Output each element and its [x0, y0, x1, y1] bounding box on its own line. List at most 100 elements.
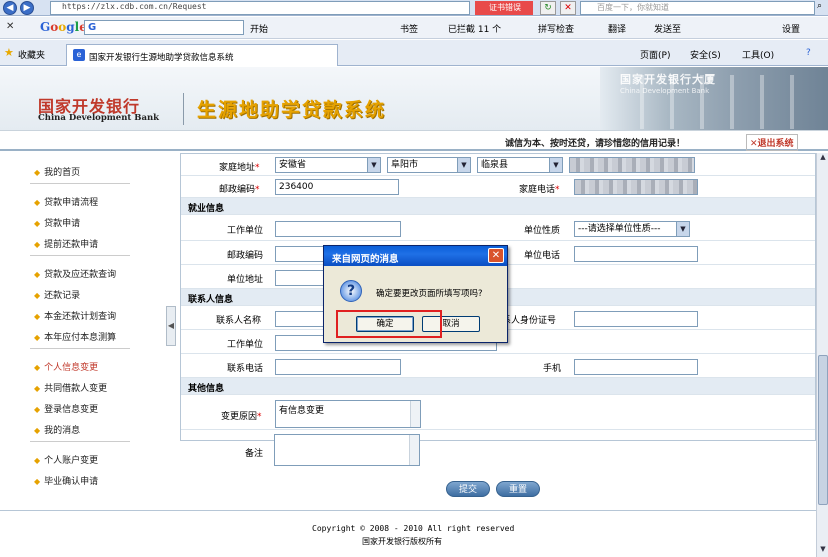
building-sign: 国家开发银行大厦: [620, 73, 716, 86]
sidebar-item-loan-query[interactable]: ◆ 贷款及应还款查询: [34, 267, 116, 280]
county-select[interactable]: 临泉县 ▼: [477, 157, 563, 173]
toolbar-blocked[interactable]: 已拦截 11 个: [448, 22, 501, 35]
mobile-input[interactable]: [574, 359, 698, 375]
dialog-title: 来自网页的消息: [332, 254, 399, 265]
sidebar-item-graduation[interactable]: ◆ 毕业确认申请: [34, 474, 98, 487]
credit-motto: 诚信为本、按时还贷，请珍惜您的信用记录！: [505, 139, 686, 149]
sidebar-item-personal-info[interactable]: ◆ 个人信息变更: [34, 360, 98, 373]
scroll-thumb[interactable]: [818, 355, 828, 505]
forward-icon[interactable]: ▶: [20, 1, 34, 15]
google-logo: Google: [40, 20, 87, 34]
close-toolbar-icon[interactable]: ✕: [6, 21, 14, 32]
sidebar: ◆ 我的首页 ◆ 贷款申请流程 ◆ 贷款申请 ◆ 提前还款申请 ◆ 贷款及应还款查询 ◆ 还…: [0, 153, 166, 510]
address-detail-input[interactable]: [569, 157, 695, 173]
home-phone-input[interactable]: [574, 179, 698, 195]
sidebar-item-account[interactable]: ◆ 个人账户变更: [34, 453, 98, 466]
scroll-up-icon[interactable]: ▲: [818, 153, 828, 165]
tools-menu[interactable]: 工具(O): [742, 48, 774, 61]
tab-bar: ★ 收藏夹 e 国家开发银行生源地助学贷款信息系统 页面(P) 安全(S) 工具…: [0, 40, 828, 66]
favorites-button[interactable]: 收藏夹: [18, 48, 45, 61]
search-icon[interactable]: ⌕: [817, 1, 822, 11]
form-row-reason: 变更原因* 有信息变更: [181, 395, 815, 430]
emp-postcode-label: 邮政编码: [227, 251, 264, 261]
sidebar-item-messages[interactable]: ◆ 我的消息: [34, 423, 80, 436]
back-icon[interactable]: ◀: [3, 1, 17, 15]
employment-section-title: 就业信息: [188, 204, 225, 214]
form-row-work-unit: 工作单位 单位性质 ---请选择单位性质--- ▼: [181, 215, 815, 241]
scroll-down-icon[interactable]: ▼: [818, 545, 828, 557]
browser-tab[interactable]: e 国家开发银行生源地助学贷款信息系统: [66, 44, 338, 66]
form-row-contact-phone: 联系电话 手机: [181, 354, 815, 378]
toolbar-settings[interactable]: 设置: [782, 22, 800, 35]
postcode-input[interactable]: 236400: [275, 179, 399, 195]
favorites-star-icon[interactable]: ★: [4, 46, 14, 59]
sidebar-item-interest-calc[interactable]: ◆ 本年应付本息测算: [34, 330, 116, 343]
dialog-titlebar: 来自网页的消息 ✕: [324, 246, 507, 266]
form-row-postcode: 邮政编码* 236400 家庭电话*: [181, 176, 815, 198]
city-select[interactable]: 阜阳市 ▼: [387, 157, 471, 173]
sidebar-item-home[interactable]: ◆ 我的首页: [34, 165, 80, 178]
sidebar-item-co-borrower[interactable]: ◆ 共同借款人变更: [34, 381, 107, 394]
section-other: 其他信息: [181, 378, 815, 395]
toolbar-spellcheck[interactable]: 拼写检查: [538, 22, 574, 35]
system-title: 生源地助学贷款系统: [197, 99, 387, 121]
province-select[interactable]: 安徽省 ▼: [275, 157, 381, 173]
certificate-error-button[interactable]: 证书错误: [475, 1, 533, 15]
header-divider: [183, 93, 184, 125]
work-unit-label: 工作单位: [227, 226, 264, 236]
notice-bar: 诚信为本、按时还贷，请珍惜您的信用记录！ ✕退出系统: [0, 131, 828, 151]
contact-work-label: 工作单位: [227, 340, 264, 350]
refresh-icon[interactable]: ↻: [540, 1, 556, 15]
tab-title: 国家开发银行生源地助学贷款信息系统: [89, 53, 234, 63]
reason-textarea[interactable]: 有信息变更: [275, 400, 421, 428]
reset-button[interactable]: 重置: [496, 481, 540, 497]
remark-label: 备注: [245, 449, 264, 459]
sidebar-collapse-button[interactable]: ◀: [166, 306, 176, 346]
google-search-input[interactable]: G: [84, 20, 244, 35]
form-row-address: 家庭地址* 安徽省 ▼ 阜阳市 ▼ 临泉县 ▼: [181, 154, 815, 176]
postcode-label: 邮政编码*: [219, 185, 260, 195]
sidebar-item-loan-apply[interactable]: ◆ 贷款申请: [34, 216, 80, 229]
unit-address-label: 单位地址: [227, 275, 264, 285]
address-bar: ◀ ▶ https://zlx.cdb.com.cn/Request 证书错误 …: [0, 0, 828, 16]
reason-label: 变更原因*: [221, 412, 262, 422]
contact-phone-input[interactable]: [275, 359, 401, 375]
remark-textarea[interactable]: [274, 434, 420, 466]
sidebar-item-login-info[interactable]: ◆ 登录信息变更: [34, 402, 98, 415]
vertical-scrollbar[interactable]: ▲ ▼: [816, 153, 828, 557]
question-icon: ?: [340, 280, 362, 302]
work-unit-input[interactable]: [275, 221, 401, 237]
footer: Copyright © 2008 - 2010 All right reserv…: [0, 510, 816, 557]
logout-button[interactable]: ✕退出系统: [746, 134, 798, 151]
sidebar-item-repay-record[interactable]: ◆ 还款记录: [34, 288, 80, 301]
toolbar-sendto[interactable]: 发送至: [654, 22, 681, 35]
ie-page-icon: e: [73, 49, 85, 61]
stop-icon[interactable]: ✕: [560, 1, 576, 15]
page-menu[interactable]: 页面(P): [640, 48, 670, 61]
home-address-label: 家庭地址*: [219, 163, 260, 173]
contact-id-input[interactable]: [574, 311, 698, 327]
search-input[interactable]: 百度一下，你就知道: [580, 1, 815, 15]
unit-phone-input[interactable]: [574, 246, 698, 262]
help-icon[interactable]: ?: [806, 48, 811, 58]
sidebar-item-plan-query[interactable]: ◆ 本金还款计划查询: [34, 309, 116, 322]
safety-menu[interactable]: 安全(S): [690, 48, 721, 61]
toolbar-bookmarks[interactable]: 书签: [400, 22, 418, 35]
submit-button[interactable]: 提交: [446, 481, 490, 497]
building-sign-en: China Development Bank: [620, 87, 710, 95]
contact-section-title: 联系人信息: [188, 295, 234, 305]
copyright-owner: 国家开发银行版权所有: [362, 537, 442, 546]
unit-nature-label: 单位性质: [524, 226, 561, 236]
toolbar-start[interactable]: 开始: [250, 22, 268, 35]
sidebar-item-early-repay[interactable]: ◆ 提前还款申请: [34, 237, 98, 250]
toolbar-translate[interactable]: 翻译: [608, 22, 626, 35]
dialog-message: 确定要更改页面所填写项吗?: [376, 289, 483, 299]
unit-phone-label: 单位电话: [524, 251, 561, 261]
bank-logo-en: China Development Bank: [38, 113, 160, 123]
home-phone-label: 家庭电话*: [519, 185, 560, 195]
sidebar-item-loan-process[interactable]: ◆ 贷款申请流程: [34, 195, 98, 208]
unit-nature-select[interactable]: ---请选择单位性质--- ▼: [574, 221, 690, 237]
other-section-title: 其他信息: [188, 384, 225, 394]
contact-phone-label: 联系电话: [227, 364, 264, 374]
dialog-close-icon[interactable]: ✕: [488, 248, 504, 263]
